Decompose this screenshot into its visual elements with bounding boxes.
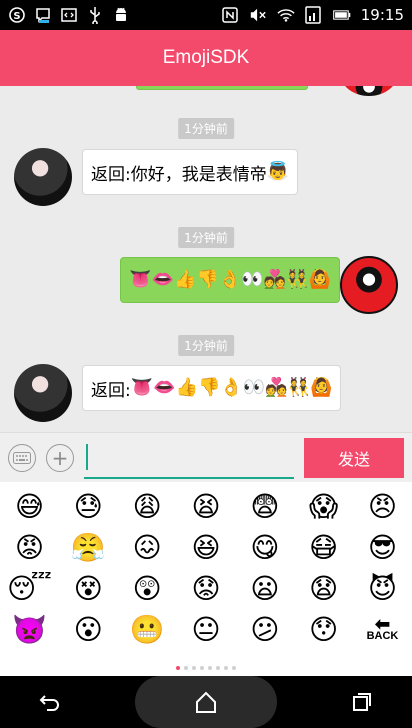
back-arrow-icon: ⬅ bbox=[374, 614, 391, 634]
home-icon bbox=[196, 691, 216, 713]
recent-apps-icon bbox=[353, 693, 371, 711]
emoji-key[interactable]: 😩 bbox=[122, 489, 172, 525]
backspace-button[interactable]: ⬅ BACK bbox=[357, 612, 407, 648]
emoji-key[interactable]: 😆 bbox=[181, 530, 231, 566]
emoji-key[interactable]: 😅 bbox=[4, 489, 54, 525]
page-dot[interactable] bbox=[192, 666, 196, 670]
avatar[interactable] bbox=[14, 148, 72, 206]
keyboard-icon bbox=[13, 451, 31, 464]
message-text: 返回:你好，我是表情帝 bbox=[91, 164, 267, 185]
page-dot[interactable] bbox=[176, 666, 180, 670]
emoji-key[interactable]: 😯 bbox=[299, 612, 349, 648]
backspace-label: BACK bbox=[366, 630, 399, 642]
page-dot[interactable] bbox=[208, 666, 212, 670]
emoji-key[interactable]: 😕 bbox=[240, 612, 290, 648]
emoji-key[interactable]: 😓 bbox=[63, 489, 113, 525]
emoji-key[interactable]: 😐 bbox=[181, 612, 231, 648]
message-emoji: 👼 bbox=[266, 161, 290, 182]
emoji-key[interactable]: 😮 bbox=[63, 612, 113, 648]
message-timestamp: 1分钟前 bbox=[178, 227, 234, 248]
emoji-key[interactable]: 😴 bbox=[4, 571, 54, 607]
usb-icon bbox=[86, 6, 104, 24]
keyboard-toggle-button[interactable] bbox=[8, 443, 36, 472]
message-bubble[interactable]: 👅👄👍👎👌👀💑👯🙆 bbox=[120, 257, 340, 303]
message-bubble[interactable]: 返回:你好，我是表情帝 👼 bbox=[82, 149, 299, 195]
message-emoji: 👅👄👍👎👌👀💑👯🙆 bbox=[130, 377, 333, 398]
message-text: 返回: bbox=[91, 380, 131, 401]
message-timestamp: 1分钟前 bbox=[178, 335, 234, 356]
message-bubble[interactable]: 返回: 👅👄👍👎👌👀💑👯🙆 bbox=[82, 365, 342, 411]
emoji-key[interactable]: 👿 bbox=[4, 612, 54, 648]
emoji-key[interactable]: 😈 bbox=[357, 571, 407, 607]
plus-icon: + bbox=[51, 445, 69, 470]
emoji-grid: 😅 😓 😩 😫 😨 😱 😠 😡 😤 😖 😆 😋 😷 😎 😴 😵 😲 😟 😦 😧 bbox=[0, 486, 412, 650]
add-button[interactable]: + bbox=[46, 443, 74, 472]
home-button[interactable] bbox=[135, 676, 277, 728]
emoji-key[interactable]: 😧 bbox=[299, 571, 349, 607]
emoji-key[interactable]: 😠 bbox=[357, 489, 407, 525]
message-timestamp: 1分钟前 bbox=[178, 118, 234, 139]
avatar[interactable] bbox=[14, 364, 72, 422]
emoji-key[interactable]: 😟 bbox=[181, 571, 231, 607]
page-dot[interactable] bbox=[200, 666, 204, 670]
app-title: EmojiSDK bbox=[162, 47, 250, 68]
back-button[interactable] bbox=[35, 687, 65, 717]
emoji-key[interactable]: 😵 bbox=[63, 571, 113, 607]
emoji-key[interactable]: 😖 bbox=[122, 530, 172, 566]
chat-list[interactable]: 1分钟前 返回:你好，我是表情帝 👼 1分钟前 👅👄👍👎👌👀💑👯🙆 1分钟前 返… bbox=[0, 86, 412, 432]
send-button[interactable]: 发送 bbox=[304, 437, 404, 478]
navigation-bar bbox=[0, 676, 412, 728]
emoji-key[interactable]: 😎 bbox=[357, 530, 407, 566]
nfc-icon bbox=[221, 6, 239, 24]
s-logo-icon: S bbox=[8, 6, 26, 24]
signal-icon bbox=[305, 6, 323, 24]
emoji-key[interactable]: 😨 bbox=[240, 489, 290, 525]
avatar[interactable] bbox=[340, 256, 398, 314]
message-input[interactable] bbox=[84, 436, 294, 479]
page-dot[interactable] bbox=[224, 666, 228, 670]
text-cursor bbox=[86, 443, 88, 470]
chat-bubble-icon bbox=[34, 6, 52, 24]
previous-message-bubble bbox=[136, 86, 308, 90]
message-emoji: 👅👄👍👎👌👀💑👯🙆 bbox=[129, 269, 331, 290]
emoji-key[interactable]: 😤 bbox=[63, 530, 113, 566]
avatar bbox=[340, 86, 398, 96]
emoji-key[interactable]: 😬 bbox=[122, 612, 172, 648]
page-dot[interactable] bbox=[184, 666, 188, 670]
emoji-key[interactable]: 😦 bbox=[240, 571, 290, 607]
svg-text:S: S bbox=[13, 11, 20, 22]
emoji-key[interactable]: 😲 bbox=[122, 571, 172, 607]
back-icon bbox=[39, 695, 59, 711]
android-icon bbox=[112, 6, 130, 24]
emoji-key[interactable]: 😱 bbox=[299, 489, 349, 525]
emoji-key[interactable]: 😷 bbox=[299, 530, 349, 566]
page-dot[interactable] bbox=[232, 666, 236, 670]
emoji-key[interactable]: 😫 bbox=[181, 489, 231, 525]
battery-icon bbox=[332, 6, 351, 24]
wifi-icon bbox=[277, 6, 295, 24]
page-dot[interactable] bbox=[216, 666, 220, 670]
code-icon bbox=[60, 6, 78, 24]
emoji-panel: 😅 😓 😩 😫 😨 😱 😠 😡 😤 😖 😆 😋 😷 😎 😴 😵 😲 😟 😦 😧 bbox=[0, 482, 412, 676]
app-bar: EmojiSDK bbox=[0, 30, 412, 86]
recent-apps-button[interactable] bbox=[347, 687, 377, 717]
mute-icon bbox=[249, 6, 267, 24]
status-bar: S 19:15 bbox=[0, 0, 412, 30]
input-bar: + 发送 bbox=[0, 432, 412, 482]
clock: 19:15 bbox=[360, 6, 404, 24]
page-indicator bbox=[0, 666, 412, 670]
emoji-key[interactable]: 😋 bbox=[240, 530, 290, 566]
emoji-key[interactable]: 😡 bbox=[4, 530, 54, 566]
